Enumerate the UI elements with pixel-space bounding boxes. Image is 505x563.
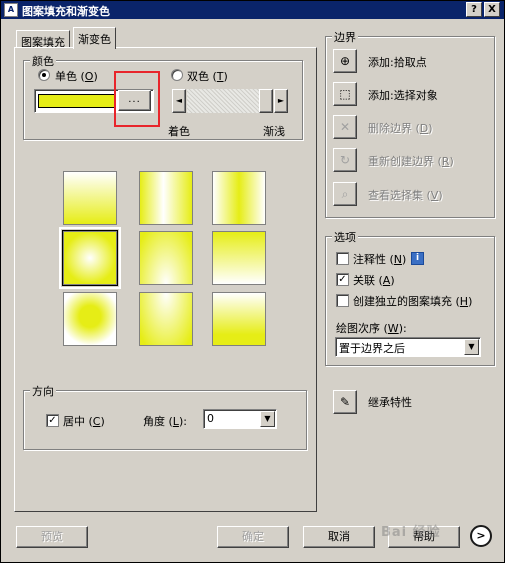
angle-combobox[interactable]: 0 ▼ bbox=[203, 409, 277, 429]
chevron-down-icon[interactable]: ▼ bbox=[260, 411, 275, 427]
associative-label[interactable]: 关联 (A) bbox=[353, 272, 395, 288]
tab-gradient[interactable]: 渐变色 bbox=[73, 27, 116, 49]
two-color-label[interactable]: 双色 (T) bbox=[187, 68, 228, 84]
boundary-button-4[interactable]: ⌕ bbox=[333, 182, 357, 206]
preview-button[interactable]: 预览 bbox=[16, 526, 88, 548]
gradient-pattern-linear-v-light-top[interactable] bbox=[63, 171, 117, 225]
gradient-pattern-hemispherical[interactable] bbox=[139, 231, 193, 285]
boundary-label-2[interactable]: 删除边界 (D) bbox=[368, 120, 433, 136]
view-selections-icon: ⌕ bbox=[341, 187, 349, 201]
inherit-properties-icon: ✎ bbox=[339, 395, 351, 409]
check-mark-icon: ✓ bbox=[48, 415, 57, 426]
gradient-pattern-inv-curved[interactable] bbox=[212, 292, 266, 346]
gradient-pattern-curved[interactable] bbox=[212, 231, 266, 285]
color-group-label: 颜色 bbox=[30, 53, 56, 69]
one-color-radio[interactable] bbox=[38, 69, 50, 81]
boundary-label-3[interactable]: 重新创建边界 (R) bbox=[368, 153, 454, 169]
boundary-label-1[interactable]: 添加:选择对象 bbox=[368, 87, 438, 103]
check-mark-icon: ✓ bbox=[338, 274, 347, 285]
separate-hatches-checkbox[interactable] bbox=[336, 294, 349, 307]
draw-order-label: 绘图次序 (W): bbox=[336, 322, 407, 335]
radio-dot bbox=[42, 73, 46, 77]
inherit-properties-button[interactable]: ✎ bbox=[333, 390, 357, 414]
orientation-group-label: 方向 bbox=[30, 383, 56, 399]
inherit-properties-label[interactable]: 继承特性 bbox=[368, 394, 412, 410]
pick-points-icon: ⊕ bbox=[339, 54, 351, 68]
draw-order-value: 置于边界之后 bbox=[339, 342, 405, 355]
close-title-button[interactable]: X bbox=[484, 2, 500, 17]
more-options-button[interactable]: > bbox=[470, 525, 492, 547]
chevron-down-icon[interactable]: ▼ bbox=[464, 339, 479, 355]
cancel-button[interactable]: 取消 bbox=[303, 526, 375, 548]
gradient-pattern-inv-spherical[interactable] bbox=[63, 292, 117, 346]
angle-value: 0 bbox=[207, 412, 214, 425]
boundary-button-3[interactable]: ↻ bbox=[333, 148, 357, 172]
window-title: 图案填充和渐变色 bbox=[22, 5, 110, 18]
help-title-button[interactable]: ? bbox=[466, 2, 482, 17]
boundary-button-2[interactable]: ✕ bbox=[333, 115, 357, 139]
annotative-checkbox[interactable] bbox=[336, 252, 349, 265]
associative-checkbox[interactable]: ✓ bbox=[336, 273, 349, 286]
centered-label[interactable]: 居中 (C) bbox=[63, 413, 105, 429]
boundary-button-0[interactable]: ⊕ bbox=[333, 49, 357, 73]
shade-tint-slider-thumb[interactable] bbox=[259, 89, 273, 113]
draw-order-combobox[interactable]: 置于边界之后 ▼ bbox=[335, 337, 481, 357]
gradient-pattern-spherical[interactable] bbox=[59, 227, 121, 289]
annotative-label[interactable]: 注释性 (N) bbox=[353, 251, 406, 267]
autocad-app-icon: A bbox=[4, 3, 18, 17]
red-highlight-box bbox=[114, 71, 160, 127]
gradient-pattern-inv-cylinder-v[interactable] bbox=[212, 171, 266, 225]
shade-tint-slider-track[interactable] bbox=[187, 89, 261, 113]
boundary-label-4[interactable]: 查看选择集 (V) bbox=[368, 187, 443, 203]
shade-label: 着色 bbox=[168, 125, 190, 138]
hatch-gradient-dialog: A 图案填充和渐变色 ? X 图案填充 渐变色 颜色 单色 (O) 双色 (T)… bbox=[0, 0, 505, 563]
tint-label: 渐浅 bbox=[263, 125, 285, 138]
boundaries-group-label: 边界 bbox=[332, 29, 358, 45]
color-swatch bbox=[38, 94, 116, 108]
options-group-label: 选项 bbox=[332, 229, 358, 245]
baidu-watermark: Bai 经验 bbox=[381, 525, 441, 540]
boundary-label-0[interactable]: 添加:拾取点 bbox=[368, 54, 427, 70]
shade-slider-right-arrow[interactable]: ► bbox=[274, 89, 288, 113]
gradient-pattern-inv-hemispherical[interactable] bbox=[139, 292, 193, 346]
shade-slider-left-arrow[interactable]: ◄ bbox=[172, 89, 186, 113]
two-color-radio[interactable] bbox=[171, 69, 183, 81]
centered-checkbox[interactable]: ✓ bbox=[46, 414, 59, 427]
one-color-label[interactable]: 单色 (O) bbox=[55, 68, 98, 84]
separate-hatches-label[interactable]: 创建独立的图案填充 (H) bbox=[353, 293, 472, 309]
recreate-boundary-icon: ↻ bbox=[339, 153, 351, 167]
gradient-pattern-cylinder-v[interactable] bbox=[139, 171, 193, 225]
title-bar[interactable]: A 图案填充和渐变色 ? X bbox=[1, 1, 504, 19]
select-objects-icon: ⬚ bbox=[339, 87, 351, 101]
angle-label: 角度 (L): bbox=[143, 415, 187, 428]
ok-button[interactable]: 确定 bbox=[217, 526, 289, 548]
remove-boundaries-icon: ✕ bbox=[339, 120, 351, 134]
info-icon[interactable]: i bbox=[411, 252, 424, 265]
boundary-button-1[interactable]: ⬚ bbox=[333, 82, 357, 106]
